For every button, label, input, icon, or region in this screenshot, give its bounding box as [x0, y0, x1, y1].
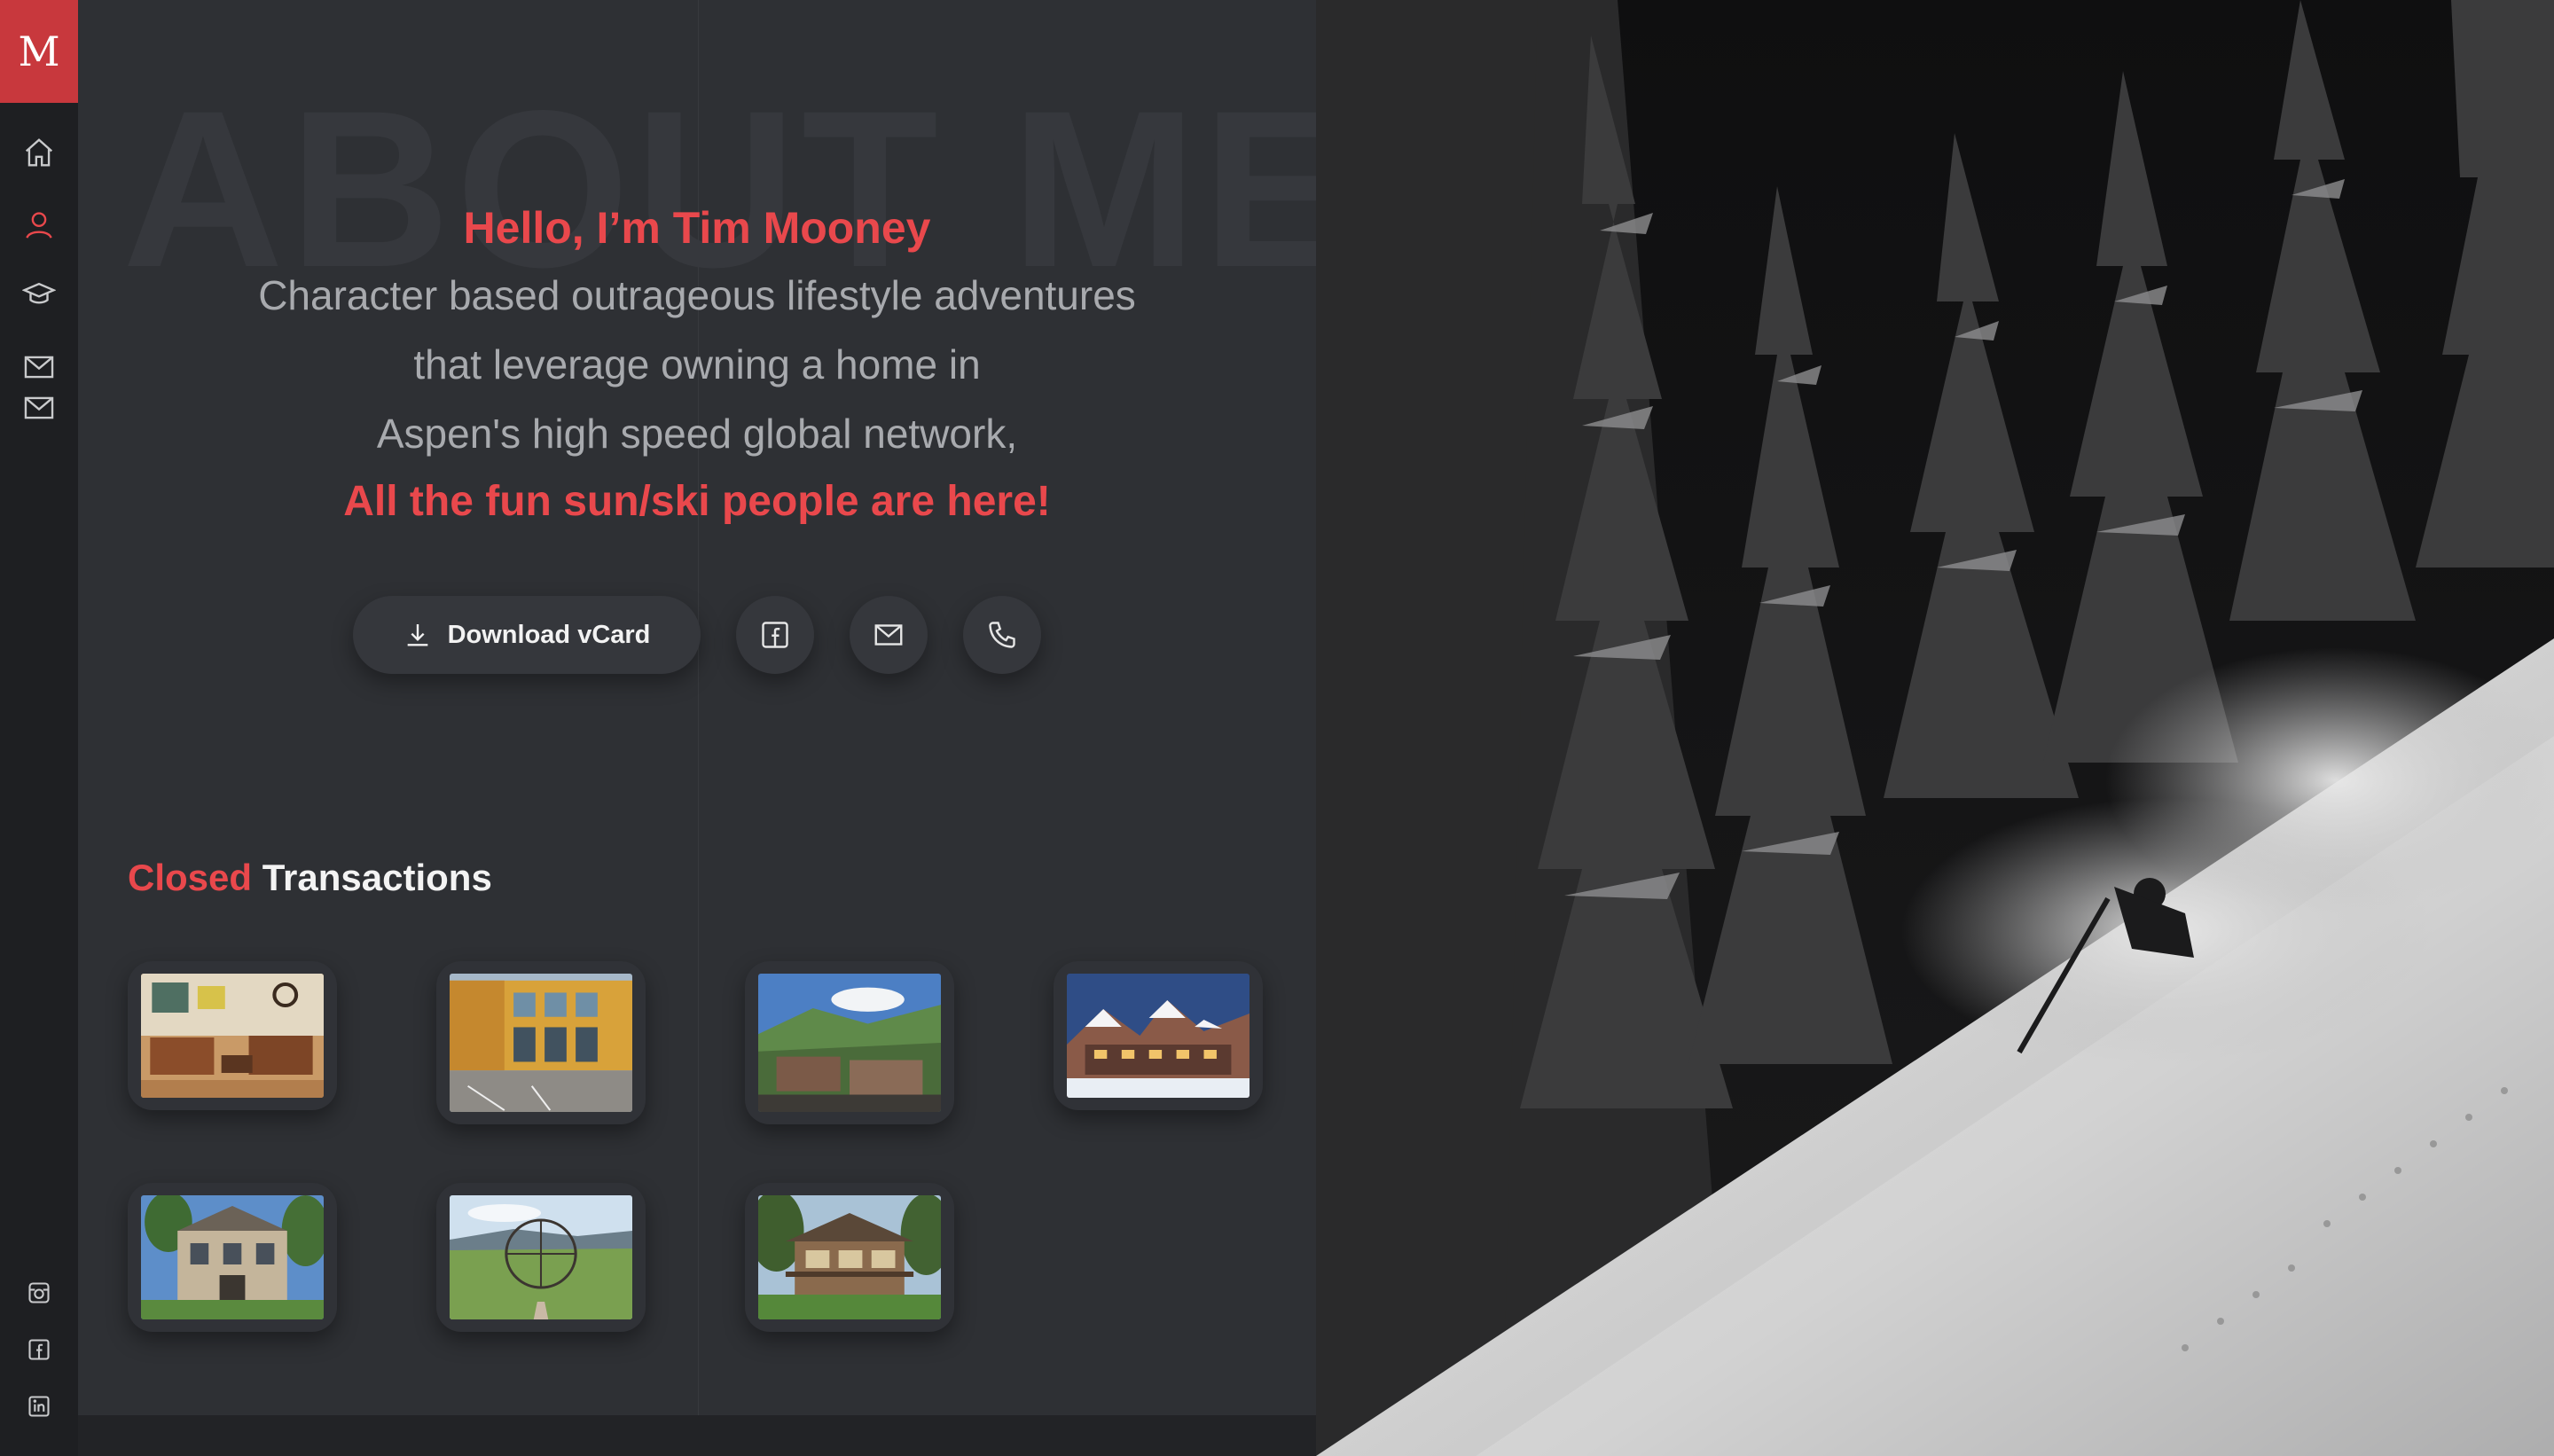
phone-button[interactable] — [963, 596, 1041, 674]
transaction-card[interactable] — [436, 1183, 646, 1332]
mountain-resort-photo — [758, 974, 941, 1112]
field-sculpture-photo — [450, 1195, 632, 1319]
tagline-line-1: Character based outrageous lifestyle adv… — [258, 272, 1136, 318]
transaction-card[interactable] — [128, 961, 337, 1110]
heading-rest: Transactions — [252, 857, 492, 898]
transaction-card[interactable] — [436, 961, 646, 1124]
tagline-emphasis: All the fun sun/ski people are here! — [343, 478, 1051, 525]
download-vcard-label: Download vCard — [447, 620, 651, 649]
graduation-cap-icon[interactable] — [20, 275, 59, 314]
tagline-line-3: Aspen's high speed global network, — [376, 411, 1018, 457]
mail-icon — [874, 624, 903, 646]
facebook-icon[interactable] — [27, 1337, 51, 1362]
stone-house-photo — [141, 1195, 324, 1319]
mail-icon[interactable] — [20, 348, 59, 387]
facebook-icon — [762, 622, 788, 648]
facebook-button[interactable] — [736, 596, 814, 674]
site-logo[interactable]: M — [0, 0, 78, 103]
sidebar: M — [0, 0, 78, 1456]
skier-in-powder-snow-photo — [1316, 0, 2554, 1456]
logo-letter: M — [18, 27, 60, 75]
heading-accent: Closed — [128, 857, 253, 898]
instagram-icon[interactable] — [27, 1280, 51, 1305]
interior-living-room-photo — [141, 974, 324, 1098]
download-icon — [407, 624, 427, 646]
closed-transactions-heading: Closed Transactions — [128, 857, 492, 899]
email-button[interactable] — [850, 596, 928, 674]
linkedin-icon[interactable] — [27, 1394, 51, 1419]
timber-home-photo — [758, 1195, 941, 1319]
user-icon[interactable] — [20, 206, 59, 245]
mail-icon[interactable] — [20, 388, 59, 427]
phone-icon — [989, 622, 1015, 648]
panel-footer-strip — [78, 1415, 1316, 1456]
home-icon[interactable] — [20, 133, 59, 172]
about-panel: ABOUT ME Hello, I’m Tim Mooney Character… — [78, 0, 1316, 1415]
transaction-card[interactable] — [128, 1183, 337, 1332]
transaction-card[interactable] — [745, 1183, 954, 1332]
orange-building-photo — [450, 974, 632, 1112]
tagline-line-2: that leverage owning a home in — [413, 341, 981, 387]
about-watermark: ABOUT ME — [122, 65, 1316, 314]
download-vcard-button[interactable]: Download vCard — [353, 596, 701, 674]
winter-lodge-photo — [1067, 974, 1250, 1098]
transaction-card[interactable] — [1054, 961, 1263, 1110]
transaction-card[interactable] — [745, 961, 954, 1124]
greeting-heading: Hello, I’m Tim Mooney — [463, 203, 931, 253]
